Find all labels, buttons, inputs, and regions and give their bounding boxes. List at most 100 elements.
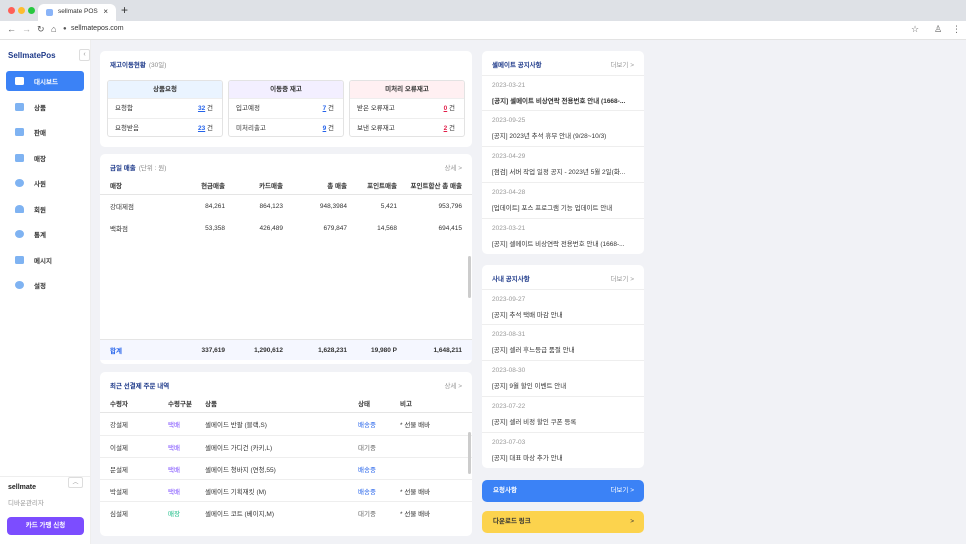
request-button[interactable]: 요청사항 더보기 > [482, 480, 644, 502]
count-link[interactable]: 32 [198, 105, 205, 112]
notice-date: 2023-03-21 [492, 82, 526, 89]
notice-item[interactable]: 2023-09-27 [공지] 추석 택배 마감 안내 [482, 289, 644, 325]
table-row[interactable]: 백화점 53,358 426,489 679,847 14,568 694,41… [100, 217, 472, 239]
sidebar-item-sales[interactable]: 판매 [6, 122, 84, 142]
col-header: 포인트합산 총 매출 [410, 183, 462, 190]
col-header: 매장 [110, 183, 122, 190]
unit: 건 [328, 105, 334, 112]
sidebar-item-statistics[interactable]: 통계 [6, 224, 84, 244]
sidebar-item-label: 매장 [34, 155, 46, 163]
profile-icon[interactable]: ♙ [934, 24, 942, 35]
cell: 84,261 [205, 202, 225, 210]
notice-date: 2023-08-31 [492, 331, 526, 338]
status-badge: 대기중 [358, 510, 376, 518]
sidebar-item-products[interactable]: 상품 [6, 97, 84, 117]
notice-date: 2023-04-28 [492, 189, 526, 196]
count-link[interactable]: 9 [323, 125, 327, 132]
notice-item[interactable]: 2023-07-03 [공지] 대표 마상 추가 안내 [482, 432, 644, 468]
table-row[interactable]: 강설제 택배 셀메이드 반팔 (블랙,S) 배송중 * 선물 배바 [100, 413, 472, 435]
sidebar-item-employees[interactable]: 사원 [6, 173, 84, 193]
sidebar-item-dashboard[interactable]: 대시보드 [6, 71, 84, 91]
cell: 택배 [168, 488, 180, 496]
notice-item[interactable]: 2023-07-22 [공지] 셀러 비정 할인 쿠폰 등록 [482, 396, 644, 432]
minimize-window-icon[interactable] [18, 7, 25, 14]
forward-icon[interactable]: → [22, 24, 31, 34]
collapse-sidebar-icon[interactable]: ‹ [79, 49, 90, 61]
close-tab-icon[interactable]: × [103, 7, 108, 16]
col-header: 비고 [400, 401, 412, 408]
chart-icon [15, 230, 24, 238]
new-tab-icon[interactable]: + [121, 3, 128, 17]
more-menu-icon[interactable]: ⋮ [952, 24, 961, 35]
box-row: 미처리출고 9 건 [229, 118, 343, 136]
status-badge: 배송중 [358, 422, 376, 429]
sales-scrollbar[interactable] [468, 256, 471, 298]
card-apply-button[interactable]: 카드 가맹 신청 [7, 517, 84, 535]
maximize-window-icon[interactable] [28, 7, 35, 14]
close-window-icon[interactable] [8, 7, 15, 14]
notice-date: 2023-03-21 [492, 225, 526, 232]
cell: * 선물 배바 [400, 510, 431, 518]
cell: 셀메이드 가디건 (카키,L) [205, 444, 273, 452]
count-link[interactable]: 7 [323, 105, 327, 112]
box-row: 입고예정 7 건 [229, 98, 343, 118]
tab-title: sellmate POS [58, 8, 98, 15]
cell: 셀메이드 청바지 (연청,55) [205, 466, 276, 474]
browser-tab[interactable]: sellmate POS × [38, 4, 116, 21]
notice-item[interactable]: 2023-09-25 [공지] 2023년 추석 휴무 안내 (9/28~10/3… [482, 110, 644, 146]
request-more-link[interactable]: 더보기 > [610, 480, 634, 502]
chevron-up-icon[interactable]: ︿ [68, 477, 83, 488]
bookmark-star-icon[interactable]: ☆ [911, 24, 919, 35]
sidebar-item-settings[interactable]: 설정 [6, 275, 84, 295]
table-row[interactable]: 강대제점 84,261 864,123 948,3984 5,421 953,7… [100, 195, 472, 217]
notice-item[interactable]: 2023-04-29 [점검] 서버 작업 일정 공지 - 2023년 5월 2일… [482, 146, 644, 182]
download-button[interactable]: 다운로드 링크 > [482, 511, 644, 533]
sales-total-row: 합계 337,619 1,290,612 1,628,231 19,980 P … [100, 339, 472, 360]
sidebar-item-messages[interactable]: 메시지 [6, 250, 84, 270]
notice-item[interactable]: 2023-04-28 [업데이트] 포스 프로그램 기능 업데이트 안내 [482, 182, 644, 218]
notice-text: [공지] 셀메이트 비상연락 전용번호 안내 (1668-... [492, 241, 625, 248]
table-row[interactable]: 심설제 매장 셀메이드 코트 (베이지,M) 대기중 * 선물 배바 [100, 501, 472, 523]
cell: * 선물 배바 [400, 422, 431, 429]
col-header: 포인트매출 [367, 183, 397, 190]
col-header: 수령구분 [168, 401, 192, 408]
sidebar-item-members[interactable]: 회원 [6, 199, 84, 219]
internal-more-link[interactable]: 더보기 > [610, 273, 634, 283]
count-link[interactable]: 0 [444, 105, 448, 112]
logo[interactable]: SellmatePos [8, 51, 56, 60]
table-row[interactable]: 이설제 택배 셀메이드 가디건 (카키,L) 대기중 [100, 435, 472, 457]
back-icon[interactable]: ← [7, 24, 16, 34]
inventory-title-text: 재고이동현황 [110, 62, 146, 69]
url-input[interactable]: sellmatepos.com [71, 25, 124, 32]
store-icon [15, 153, 24, 162]
table-row[interactable]: 문설제 택배 셀메이드 청바지 (연청,55) 배송중 [100, 457, 472, 479]
notice-item[interactable]: 2023-03-21 [공지] 셀메이트 비상연락 전용번호 안내 (1668-.… [482, 75, 644, 111]
reload-icon[interactable]: ↻ [37, 24, 45, 35]
notice-date: 2023-08-30 [492, 367, 526, 374]
cell: 953,796 [438, 202, 463, 210]
notice-item[interactable]: 2023-08-30 [공지] 9월 할인 이벤트 안내 [482, 360, 644, 396]
sales-detail-link[interactable]: 상세 > [444, 162, 462, 172]
inventory-title: 재고이동현황 (30일) [110, 59, 166, 69]
cell: 864,123 [259, 202, 284, 210]
sales-title-text: 금일 매출 [110, 165, 136, 172]
browser-chrome: sellmate POS × + ← → ↻ ⌂ ● sellmatepos.c… [0, 0, 966, 40]
notice-text: [공지] 추석 택배 마감 안내 [492, 312, 563, 319]
orders-scrollbar[interactable] [468, 432, 471, 474]
count-link[interactable]: 2 [444, 125, 448, 132]
sidebar-item-stores[interactable]: 매장 [6, 148, 84, 168]
cell: 5,421 [380, 202, 397, 210]
sales-title: 금일 매출 (단위 : 원) [110, 162, 166, 172]
table-row[interactable]: 박설제 택배 셀메이드 기획재킷 (M) 배송중 * 선물 배바 [100, 479, 472, 501]
unit: 건 [328, 125, 334, 132]
orders-detail-link[interactable]: 상세 > [444, 380, 462, 390]
notice-item[interactable]: 2023-03-21 [공지] 셀메이트 비상연락 전용번호 안내 (1668-.… [482, 218, 644, 254]
cell: 강대제점 [110, 204, 134, 211]
home-icon[interactable]: ⌂ [51, 24, 56, 34]
cell: 셀메이드 기획재킷 (M) [205, 488, 267, 496]
notice-more-link[interactable]: 더보기 > [610, 59, 634, 69]
internal-title: 사내 공지사항 [492, 276, 530, 283]
sidebar-item-label: 상품 [34, 104, 46, 112]
notice-item[interactable]: 2023-08-31 [공지] 셀러 후느등급 품절 안내 [482, 324, 644, 360]
count-link[interactable]: 23 [198, 125, 205, 132]
